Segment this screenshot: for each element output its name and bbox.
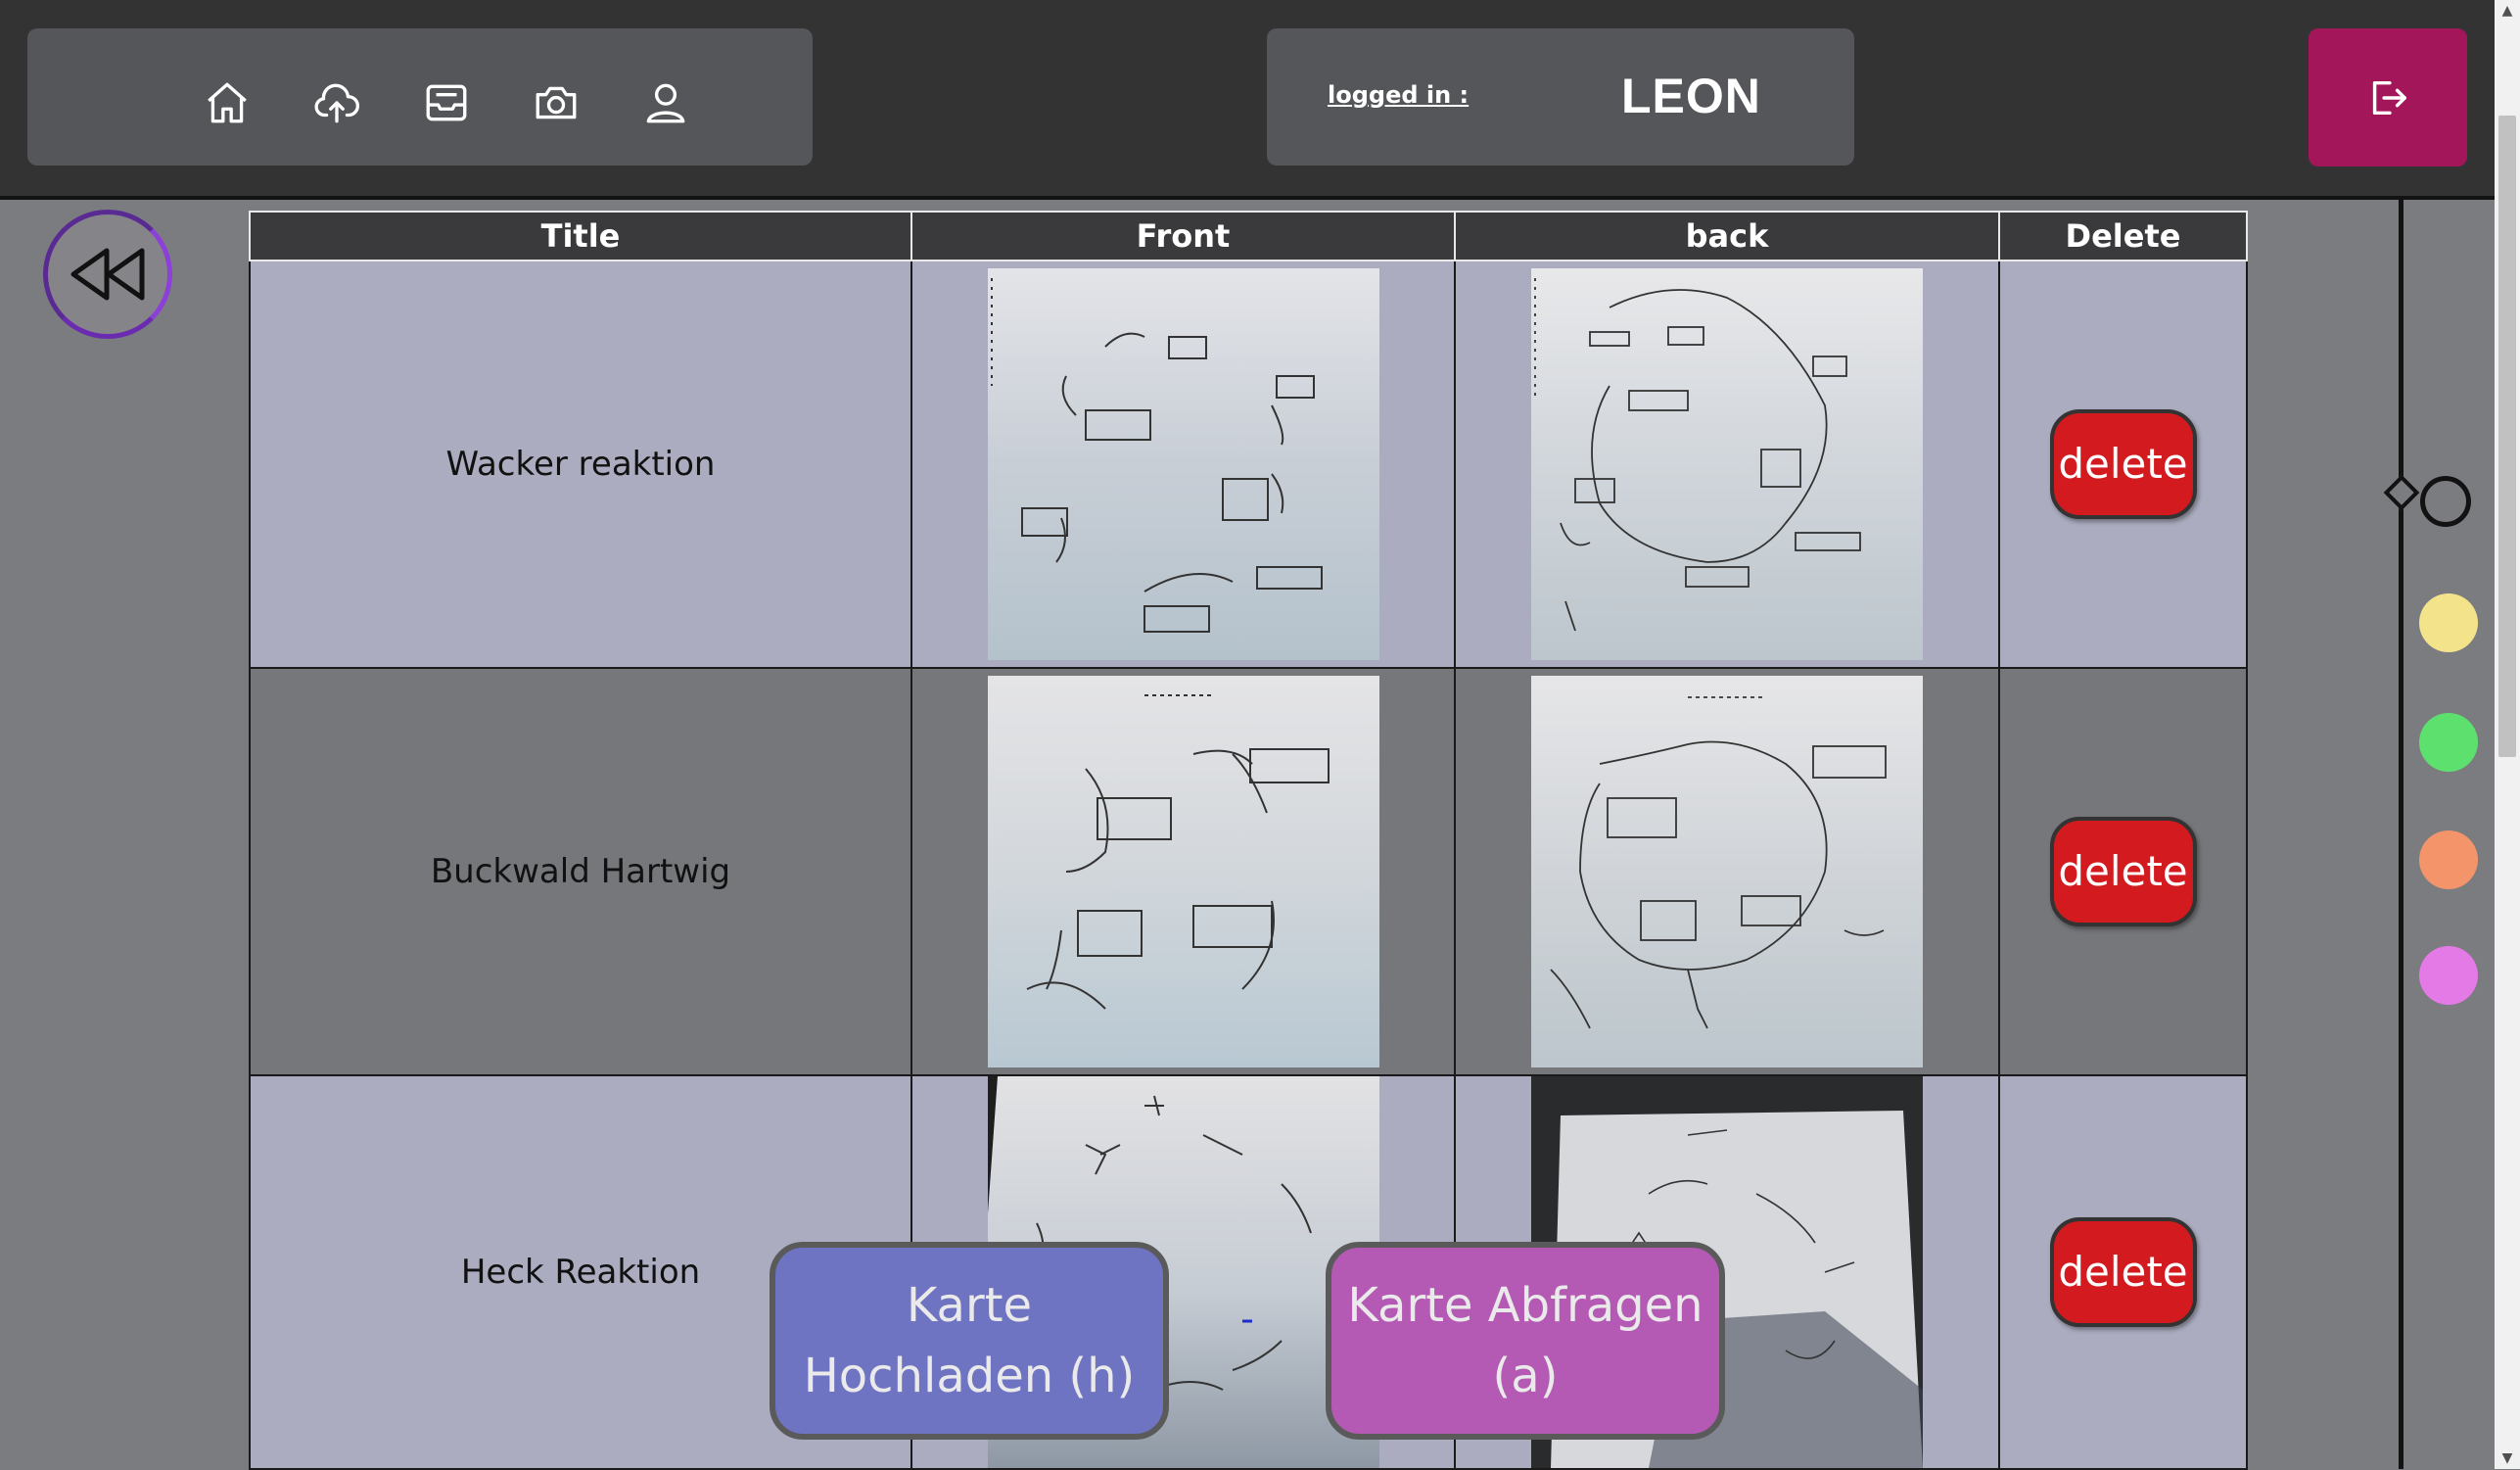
color-filter-none[interactable]	[2420, 476, 2471, 527]
upload-card-label-line1: Karte	[906, 1278, 1033, 1333]
logout-icon	[2372, 80, 2406, 115]
upload-card-label-line2: Hochladen (h)	[803, 1349, 1136, 1403]
card-back-image[interactable]	[1531, 676, 1923, 1067]
inbox-icon[interactable]	[407, 68, 486, 138]
logged-in-label: logged in :	[1328, 81, 1470, 109]
card-title: Wacker reaktion	[249, 261, 912, 669]
column-header-front: Front	[910, 211, 1456, 261]
user-icon[interactable]	[627, 68, 705, 138]
card-front-image[interactable]	[987, 676, 1379, 1067]
delete-button[interactable]: delete	[2049, 1217, 2197, 1327]
query-card-label-line2: (a)	[1492, 1349, 1559, 1403]
table-header-row: Title Front back Delete	[249, 211, 2248, 261]
color-filter-green[interactable]	[2419, 713, 2478, 772]
logged-in-username: LEON	[1621, 69, 1761, 123]
login-panel: logged in : LEON	[1267, 28, 1854, 166]
cards-table: Title Front back Delete Wacker reaktion	[249, 211, 2248, 1470]
upload-card-button[interactable]: Karte Hochladen (h)	[770, 1242, 1169, 1440]
nav-panel	[27, 28, 813, 166]
card-front-image[interactable]	[987, 268, 1379, 660]
front-cell	[910, 261, 1456, 669]
delete-button[interactable]: delete	[2049, 817, 2197, 926]
scroll-up-arrow-icon[interactable]: ▲	[2495, 0, 2520, 22]
rail-pointer-icon	[2383, 474, 2420, 511]
color-rail-line	[2399, 200, 2403, 1469]
camera-icon[interactable]	[517, 68, 595, 138]
page-scrollbar[interactable]: ▲ ▼	[2495, 0, 2520, 1469]
query-card-label-line1: Karte Abfragen	[1347, 1278, 1703, 1333]
color-filter-pink[interactable]	[2419, 946, 2478, 1005]
home-icon[interactable]	[188, 68, 266, 138]
scroll-down-arrow-icon[interactable]: ▼	[2495, 1447, 2520, 1469]
cloud-upload-icon[interactable]	[298, 68, 376, 138]
front-cell	[910, 668, 1456, 1076]
back-cell	[1454, 668, 2000, 1076]
card-title: Buckwald Hartwig	[249, 668, 912, 1076]
card-back-image[interactable]	[1531, 268, 1923, 660]
table-row: Wacker reaktion delete	[249, 261, 2248, 669]
back-button[interactable]	[43, 210, 172, 339]
top-bar: logged in : LEON	[0, 0, 2495, 200]
color-filter-orange[interactable]	[2419, 830, 2478, 889]
column-header-back: back	[1454, 211, 2000, 261]
column-header-delete: Delete	[1998, 211, 2248, 261]
table-row: Buckwald Hartwig delete	[249, 668, 2248, 1076]
delete-cell: delete	[1998, 668, 2248, 1076]
scroll-thumb[interactable]	[2498, 116, 2516, 757]
delete-cell: delete	[1998, 261, 2248, 669]
logout-button[interactable]	[2309, 28, 2467, 166]
query-card-button[interactable]: Karte Abfragen (a)	[1326, 1242, 1725, 1440]
column-header-title: Title	[249, 211, 912, 261]
rewind-icon	[70, 248, 145, 301]
table-row: Heck Reaktion delete	[249, 1075, 2248, 1470]
delete-cell: delete	[1998, 1075, 2248, 1470]
back-cell	[1454, 261, 2000, 669]
delete-button[interactable]: delete	[2049, 409, 2197, 519]
color-filter-yellow[interactable]	[2419, 593, 2478, 652]
